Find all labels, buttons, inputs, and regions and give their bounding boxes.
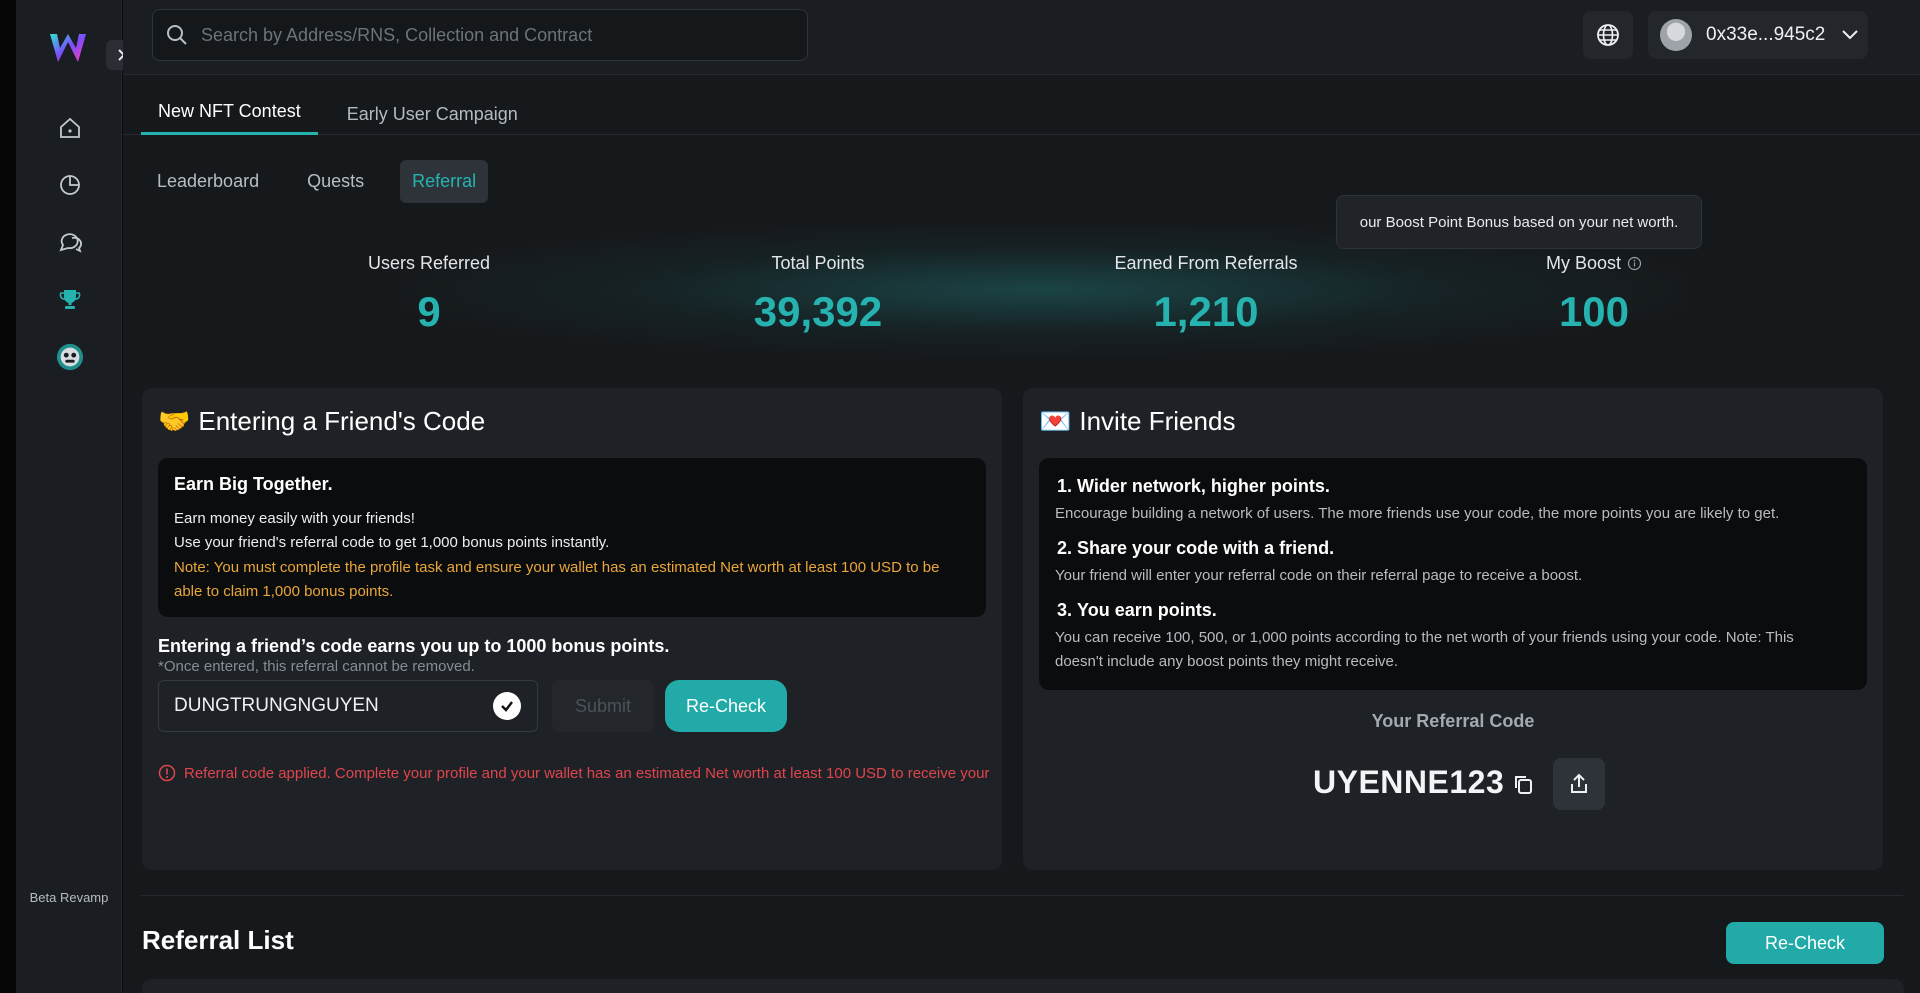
- earn-line-1: Earn money easily with your friends!: [174, 510, 415, 527]
- tab-early-user-campaign[interactable]: Early User Campaign: [330, 75, 535, 135]
- invite-steps-box: 1. Wider network, higher points. Encoura…: [1039, 458, 1867, 690]
- language-button[interactable]: [1583, 11, 1633, 59]
- step-3-text: You can receive 100, 500, or 1,000 point…: [1055, 629, 1794, 670]
- stat-label: My Boost: [1444, 253, 1744, 274]
- step-number: 3.: [1057, 600, 1073, 620]
- search-bar[interactable]: [152, 9, 808, 61]
- error-message: Referral code applied. Complete your pro…: [158, 764, 989, 782]
- campaign-tabs: New NFT Contest Early User Campaign: [141, 75, 547, 135]
- referral-list-title: Referral List: [142, 925, 294, 955]
- subtab-leaderboard[interactable]: Leaderboard: [145, 160, 271, 203]
- friend-code-card: 🤝 Entering a Friend's Code Earn Big Toge…: [142, 388, 1002, 870]
- step-number: 1.: [1057, 476, 1073, 496]
- earn-heading: Earn Big Together.: [174, 474, 333, 494]
- share-button[interactable]: [1553, 758, 1605, 810]
- stat-earned-from-referrals: Earned From Referrals 1,210: [1056, 253, 1356, 336]
- stat-label: Earned From Referrals: [1114, 253, 1298, 273]
- referral-list-recheck-button[interactable]: Re-Check: [1726, 922, 1884, 964]
- wallet-address: 0x33e...945c2: [1706, 24, 1826, 45]
- enter-code-heading: Entering a friend’s code earns you up to…: [158, 636, 670, 656]
- step-3-heading: 3. You earn points.: [1057, 600, 1217, 621]
- card-title-text: Invite Friends: [1079, 406, 1236, 436]
- checkmark-icon: [493, 692, 521, 720]
- boost-tooltip: our Boost Point Bonus based on your net …: [1336, 195, 1702, 249]
- stat-value: 100: [1558, 288, 1630, 335]
- referral-code-input[interactable]: DUNGTRUNGNGUYEN: [158, 680, 538, 732]
- invite-title: 💌 Invite Friends: [1039, 406, 1235, 437]
- recheck-button[interactable]: Re-Check: [665, 680, 787, 732]
- step-2-heading: 2. Share your code with a friend.: [1057, 538, 1334, 559]
- stat-label: Users Referred: [367, 253, 491, 273]
- referral-code-value: DUNGTRUNGNGUYEN: [174, 695, 379, 716]
- step-title: Wider network, higher points.: [1077, 476, 1330, 496]
- stat-value: 39,392: [753, 288, 883, 335]
- friend-code-title: 🤝 Entering a Friend's Code: [158, 406, 485, 437]
- search-input[interactable]: [201, 24, 801, 46]
- stat-label: Total Points: [771, 253, 865, 273]
- step-2-text: Your friend will enter your referral cod…: [1055, 567, 1583, 584]
- home-icon[interactable]: [56, 114, 84, 142]
- net-worth-note: Note: You must complete the profile task…: [174, 559, 940, 600]
- my-referral-code: UYENNE123: [1313, 764, 1505, 800]
- copy-icon[interactable]: [1511, 772, 1537, 803]
- stat-value: 1,210: [1153, 288, 1259, 335]
- subtab-quests[interactable]: Quests: [295, 160, 376, 203]
- referral-list-table: [142, 979, 1904, 993]
- info-icon[interactable]: [1627, 256, 1642, 271]
- chat-icon[interactable]: [56, 228, 84, 256]
- left-gutter: [0, 0, 16, 993]
- love-letter-icon: 💌: [1039, 406, 1072, 436]
- step-1-heading: 1. Wider network, higher points.: [1057, 476, 1330, 497]
- referral-code-label: Your Referral Code: [1371, 711, 1535, 731]
- stat-value: 9: [417, 288, 441, 335]
- main-content: New NFT Contest Early User Campaign Lead…: [123, 75, 1920, 993]
- step-number: 2.: [1057, 538, 1073, 558]
- chart-pie-icon[interactable]: [56, 171, 84, 199]
- alert-icon: [158, 764, 176, 782]
- robot-avatar-icon[interactable]: [56, 343, 84, 371]
- step-1-text: Encourage building a network of users. T…: [1055, 505, 1780, 522]
- stat-my-boost: My Boost 100: [1444, 253, 1744, 336]
- card-title-text: Entering a Friend's Code: [198, 406, 486, 436]
- chevron-down-icon: [1842, 30, 1859, 40]
- trophy-icon[interactable]: [56, 286, 84, 314]
- top-bar: 0x33e...945c2: [123, 0, 1920, 75]
- tab-new-nft-contest[interactable]: New NFT Contest: [141, 75, 318, 135]
- submit-button[interactable]: Submit: [552, 680, 654, 732]
- step-title: Share your code with a friend.: [1077, 538, 1335, 558]
- my-boost-label: My Boost: [1545, 253, 1622, 273]
- section-divider: [141, 895, 1903, 896]
- app-logo[interactable]: [48, 30, 88, 66]
- handshake-icon: 🤝: [158, 406, 191, 436]
- error-text: Referral code applied. Complete your pro…: [184, 764, 990, 782]
- beta-revamp-label: Beta Revamp: [29, 890, 109, 905]
- share-icon: [1571, 773, 1587, 793]
- stat-total-points: Total Points 39,392: [668, 253, 968, 336]
- sidebar: Beta Revamp: [16, 0, 136, 993]
- search-icon: [167, 25, 187, 45]
- avatar: [1660, 19, 1692, 51]
- subtabs: Leaderboard Quests Referral: [145, 160, 512, 203]
- invite-friends-card: 💌 Invite Friends 1. Wider network, highe…: [1023, 388, 1883, 870]
- earn-line-2: Use your friend's referral code to get 1…: [174, 534, 610, 551]
- earn-info-box: Earn Big Together. Earn money easily wit…: [158, 458, 986, 617]
- enter-code-subtext: *Once entered, this referral cannot be r…: [158, 658, 475, 675]
- step-title: You earn points.: [1077, 600, 1217, 620]
- wallet-button[interactable]: 0x33e...945c2: [1648, 11, 1868, 59]
- globe-icon: [1597, 24, 1619, 46]
- subtab-referral[interactable]: Referral: [400, 160, 489, 203]
- stat-users-referred: Users Referred 9: [279, 253, 579, 336]
